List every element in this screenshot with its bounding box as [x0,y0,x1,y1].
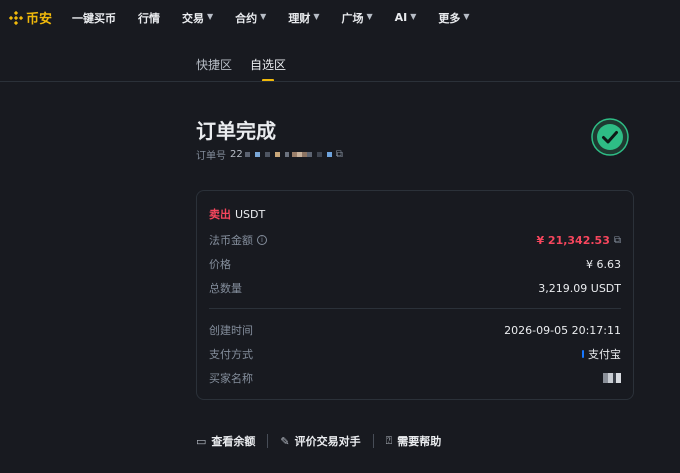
brand-name: 币安 [26,12,53,27]
payment-method-value: 支付宝 [588,348,621,361]
payment-method-row: 支付方式 支付宝 [209,346,621,362]
sell-label: 卖出 [209,208,231,221]
buyer-name-label: 买家名称 [209,372,253,385]
created-time-label: 创建时间 [209,324,253,337]
quantity-value: 3,219.09 USDT [538,281,621,295]
nav-label: 一键买币 [72,11,117,25]
fiat-amount-label: 法币金额 [209,234,253,247]
top-navigation: 币安 一键买币 行情 交易 ▼ 合约 ▼ 理财 ▼ 广场 ▼ AI ▼ 更多 ▼ [0,0,680,35]
nav-item-more[interactable]: 更多 ▼ [438,10,469,26]
order-number-label: 订单号 [196,150,226,162]
view-balance-button[interactable]: ▭ 查看余额 [196,433,255,449]
redacted-pixel [274,151,280,157]
created-time-value: 2026-09-05 20:17:11 [504,323,621,337]
redacted-pixel [616,373,621,383]
payment-color-indicator [582,350,584,358]
nav-item-square[interactable]: 广场 ▼ [341,10,372,26]
edit-pen-icon: ✎ [280,434,290,448]
price-row: 价格 ¥ 6.63 [209,256,621,272]
price-label: 价格 [209,258,231,271]
chevron-down-icon: ▼ [260,12,267,21]
view-balance-label: 查看余额 [211,435,256,448]
tab-quick-zone[interactable]: 快捷区 [196,56,232,82]
chevron-down-icon: ▼ [463,12,470,21]
buyer-name-redacted [603,373,621,383]
tab-custom-zone[interactable]: 自选区 [250,56,286,82]
need-help-button[interactable]: ⍰ 需要帮助 [386,433,442,449]
chevron-down-icon: ▼ [313,12,320,21]
fiat-amount-label-wrap: 法币金额 i [209,232,267,248]
asset-label: USDT [235,207,266,221]
success-check-icon [591,118,629,156]
copy-icon[interactable]: ⧉ [336,149,343,160]
rate-counterparty-button[interactable]: ✎ 评价交易对手 [280,433,360,449]
rate-counterparty-label: 评价交易对手 [294,435,361,448]
redacted-pixel [284,151,289,157]
nav-item-markets[interactable]: 行情 [138,10,160,26]
order-detail-card: 卖出 USDT 法币金额 i ¥ 21,342.53 ⧉ 价格 ¥ 6.63 总… [196,190,634,400]
chevron-down-icon: ▼ [366,12,373,21]
fiat-amount-value: ¥ 21,342.53 [536,233,610,247]
nav-label: 交易 [182,11,205,25]
need-help-label: 需要帮助 [397,435,442,448]
redacted-pixel [306,151,312,157]
order-actions: ▭ 查看余额 ✎ 评价交易对手 ⍰ 需要帮助 [196,433,441,449]
redacted-pixel [264,151,270,157]
nav-item-trade[interactable]: 交易 ▼ [182,10,213,26]
zone-tabs: 快捷区 自选区 [196,56,304,82]
redacted-pixel [254,151,260,157]
help-question-icon: ⍰ [385,434,393,447]
fiat-amount-row: 法币金额 i ¥ 21,342.53 ⧉ [209,232,621,248]
binance-logo-icon [9,10,23,25]
nav-item-ai[interactable]: AI ▼ [395,11,417,24]
action-divider [267,434,269,448]
copy-icon[interactable]: ⧉ [614,235,621,246]
payment-method-value-wrap: 支付宝 [582,346,621,362]
quantity-row: 总数量 3,219.09 USDT [209,280,621,296]
quantity-label: 总数量 [209,282,242,295]
nav-item-earn[interactable]: 理财 ▼ [288,10,319,26]
redacted-pixel [244,151,250,157]
info-icon[interactable]: i [257,235,267,245]
buyer-name-row: 买家名称 [209,370,621,386]
trade-side-row: 卖出 USDT [209,206,621,222]
card-divider [209,308,621,309]
tabs-divider [0,81,680,82]
created-time-row: 创建时间 2026-09-05 20:17:11 [209,322,621,338]
nav-label: 广场 [341,11,364,25]
redacted-pixel [316,151,322,157]
fiat-amount-value-wrap: ¥ 21,342.53 ⧉ [536,234,621,247]
nav-label: AI [394,11,408,24]
order-number-line: 订单号 22 ⧉ [196,147,343,162]
nav-label: 理财 [288,11,311,25]
nav-label: 合约 [235,11,258,25]
chevron-down-icon: ▼ [207,12,214,21]
page-title: 订单完成 [196,119,276,143]
brand-logo[interactable]: 币安 [9,8,52,27]
chevron-down-icon: ▼ [410,12,417,21]
nav-item-futures[interactable]: 合约 ▼ [235,10,266,26]
payment-method-label: 支付方式 [209,348,253,361]
redacted-pixel [326,151,332,157]
nav-label: 行情 [138,11,161,25]
trade-side: 卖出 USDT [209,206,265,222]
nav-label: 更多 [438,11,461,25]
nav-item-buy-crypto[interactable]: 一键买币 [72,10,116,26]
price-value: ¥ 6.63 [586,257,621,271]
wallet-icon: ▭ [196,434,207,448]
order-number-value: 22 [230,148,243,160]
action-divider [372,434,374,448]
